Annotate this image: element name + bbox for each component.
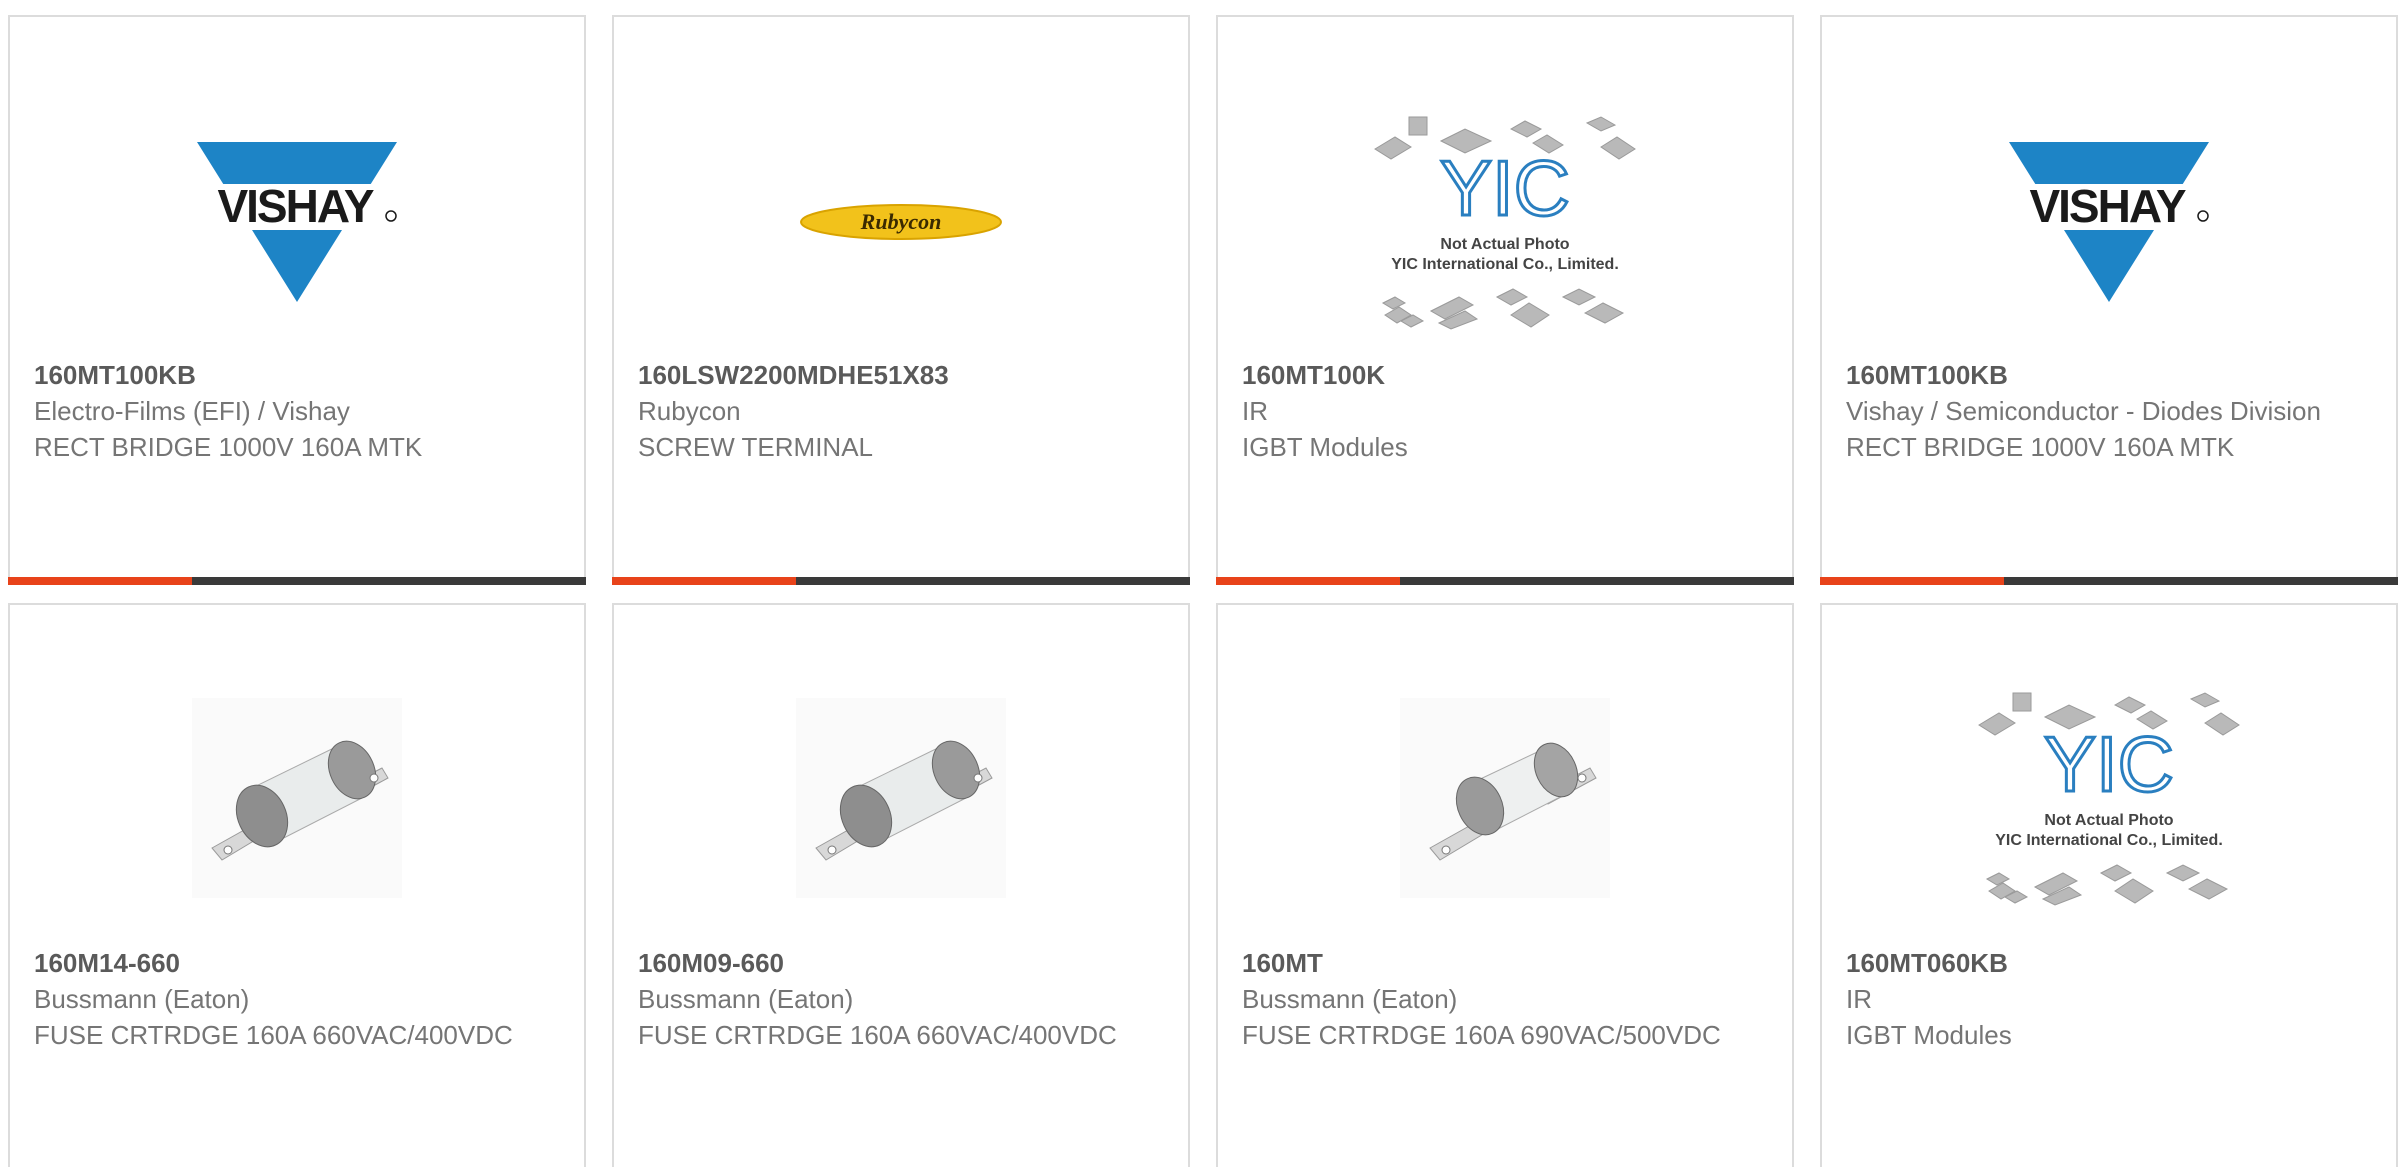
manufacturer: IR [1242,396,1268,426]
product-info: 160MT100KB Electro-Films (EFI) / Vishay … [34,357,560,465]
part-number[interactable]: 160MT100KB [34,357,560,393]
svg-text:VISHAY: VISHAY [217,180,373,232]
product-card[interactable]: 160M09-660 Bussmann (Eaton) FUSE CRTRDGE… [612,603,1190,1167]
fuse-photo-icon [796,698,1006,898]
manufacturer: Bussmann (Eaton) [34,984,250,1014]
svg-text:Rubycon: Rubycon [860,209,942,234]
product-image[interactable] [614,663,1188,933]
svg-text:YIC: YIC [2044,720,2174,808]
yic-placeholder-icon: YIC Not Actual Photo YIC International C… [1374,116,1636,330]
description: RECT BRIDGE 1000V 160A MTK [34,432,423,462]
product-info: 160LSW2200MDHE51X83 Rubycon SCREW TERMIN… [638,357,1164,465]
part-number[interactable]: 160LSW2200MDHE51X83 [638,357,1164,393]
fuse-photo-icon [192,698,402,898]
card-bottom-bar [1820,577,2398,585]
product-image[interactable]: YIC Not Actual Photo YIC International C… [1218,87,1792,357]
product-card[interactable]: VISHAY 160MT100KB Electro-Films (EFI) / … [8,15,586,585]
product-grid: VISHAY 160MT100KB Electro-Films (EFI) / … [0,0,2400,1167]
card-accent [1820,577,2004,585]
description: SCREW TERMINAL [638,432,873,462]
description: IGBT Modules [1242,432,1408,462]
card-bottom-bar [1216,577,1794,585]
product-info: 160M14-660 Bussmann (Eaton) FUSE CRTRDGE… [34,945,560,1053]
manufacturer: Vishay / Semiconductor - Diodes Division [1846,396,2321,426]
svg-text:YIC: YIC [1440,144,1570,232]
svg-text:YIC International Co., Limited: YIC International Co., Limited. [1995,832,2223,849]
product-card[interactable]: Rubycon 160LSW2200MDHE51X83 Rubycon SCRE… [612,15,1190,585]
product-card[interactable]: VISHAY 160MT100KB Vishay / Semiconductor… [1820,15,2398,585]
description: FUSE CRTRDGE 160A 660VAC/400VDC [34,1020,513,1050]
part-number[interactable]: 160MT100KB [1846,357,2372,393]
product-card[interactable]: 160M14-660 Bussmann (Eaton) FUSE CRTRDGE… [8,603,586,1167]
description: RECT BRIDGE 1000V 160A MTK [1846,432,2235,462]
card-bottom-bar [612,577,1190,585]
card-bottom-bar [8,577,586,585]
description: FUSE CRTRDGE 160A 690VAC/500VDC [1242,1020,1721,1050]
card-accent [1216,577,1400,585]
manufacturer: Bussmann (Eaton) [1242,984,1458,1014]
yic-placeholder-icon: YIC Not Actual Photo YIC International C… [1978,692,2240,906]
product-card[interactable]: YIC Not Actual Photo YIC International C… [1820,603,2398,1167]
manufacturer: Bussmann (Eaton) [638,984,854,1014]
svg-text:Not Actual Photo: Not Actual Photo [2044,812,2173,829]
product-image[interactable] [10,663,584,933]
card-accent [612,577,796,585]
part-number[interactable]: 160MT100K [1242,357,1768,393]
product-info: 160MT100KB Vishay / Semiconductor - Diod… [1846,357,2372,465]
product-info: 160MT060KB IR IGBT Modules [1846,945,2372,1053]
product-image[interactable]: VISHAY [10,87,584,357]
fuse-photo-icon [1400,698,1610,898]
product-info: 160M09-660 Bussmann (Eaton) FUSE CRTRDGE… [638,945,1164,1053]
description: IGBT Modules [1846,1020,2012,1050]
product-card[interactable]: YIC Not Actual Photo YIC International C… [1216,15,1794,585]
manufacturer: Rubycon [638,396,741,426]
card-accent [8,577,192,585]
part-number[interactable]: 160MT060KB [1846,945,2372,981]
svg-text:VISHAY: VISHAY [2029,180,2185,232]
product-card[interactable]: 160MT Bussmann (Eaton) FUSE CRTRDGE 160A… [1216,603,1794,1167]
part-number[interactable]: 160M14-660 [34,945,560,981]
svg-text:YIC International Co., Limited: YIC International Co., Limited. [1391,256,1619,273]
vishay-logo-icon: VISHAY [187,132,407,312]
product-info: 160MT100K IR IGBT Modules [1242,357,1768,465]
rubycon-logo-icon: Rubycon [800,204,1002,240]
product-image[interactable]: YIC Not Actual Photo YIC International C… [1822,663,2396,933]
product-info: 160MT Bussmann (Eaton) FUSE CRTRDGE 160A… [1242,945,1768,1053]
vishay-logo-icon: VISHAY [1999,132,2219,312]
manufacturer: Electro-Films (EFI) / Vishay [34,396,350,426]
manufacturer: IR [1846,984,1872,1014]
part-number[interactable]: 160M09-660 [638,945,1164,981]
product-image[interactable] [1218,663,1792,933]
svg-text:Not Actual Photo: Not Actual Photo [1440,236,1569,253]
product-image[interactable]: VISHAY [1822,87,2396,357]
product-image[interactable]: Rubycon [614,87,1188,357]
description: FUSE CRTRDGE 160A 660VAC/400VDC [638,1020,1117,1050]
part-number[interactable]: 160MT [1242,945,1768,981]
